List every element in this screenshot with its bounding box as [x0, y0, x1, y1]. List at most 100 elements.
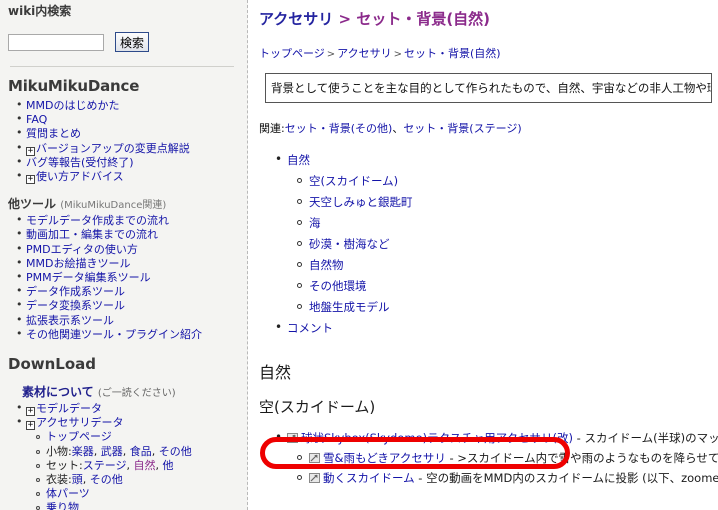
sidebar-item[interactable]: +使い方アドバイス	[16, 169, 240, 185]
search-button[interactable]: 検索	[115, 32, 150, 52]
sidebar-sublink[interactable]: 頭	[72, 473, 83, 486]
sidebar-sublink[interactable]: ステージ	[83, 459, 127, 472]
sidebar-sublink-current[interactable]: 自然	[134, 459, 156, 472]
sidebar-item[interactable]: PMDエディタの使い方	[16, 242, 240, 257]
sidebar-link[interactable]: アクセサリデータ	[36, 416, 123, 429]
toc-item-root[interactable]: 自然 空(スカイドーム) 天空しみゅと銀匙町 海 砂漠・樹海など 自然物 その他…	[275, 149, 718, 318]
sidebar-link[interactable]: 動画加工・編集までの流れ	[26, 228, 158, 241]
toc-item-comment[interactable]: コメント	[275, 317, 718, 339]
sidebar-item[interactable]: PMMデータ編集系ツール	[16, 270, 240, 285]
item-link[interactable]: 動くスカイドーム	[323, 471, 415, 485]
toc-subitem[interactable]: 地盤生成モデル	[297, 297, 718, 318]
list-item[interactable]: 球状Skybox(Skydome)テクスチャ用アクセサリ(改) - スカイドーム…	[275, 427, 718, 488]
sidebar-item[interactable]: データ作成系ツール	[16, 284, 240, 299]
external-link-icon	[287, 429, 298, 443]
sidebar-sublink[interactable]: 乗り物	[46, 501, 79, 510]
material-link[interactable]: 素材について	[22, 385, 94, 399]
expand-icon[interactable]: +	[26, 407, 35, 417]
breadcrumb-link-current[interactable]: セット・背景(自然)	[404, 47, 501, 60]
sidebar-subitem[interactable]: 衣装:頭, その他	[36, 473, 240, 487]
toc-subitem[interactable]: 砂漠・樹海など	[297, 234, 718, 255]
sidebar-item[interactable]: +モデルデータ	[16, 401, 240, 417]
related-label: 関連:	[259, 122, 285, 135]
list-item[interactable]: 動くスカイドーム - 空の動画をMMD内のスカイドームに投影 (以下、zoome…	[297, 468, 718, 488]
sidebar-link[interactable]: データ変換系ツール	[26, 299, 125, 312]
sidebar-sublink[interactable]: トップページ	[46, 430, 112, 443]
toc-sublink[interactable]: 空(スカイドーム)	[309, 174, 398, 188]
sidebar-item[interactable]: その他関連ツール・プラグイン紹介	[16, 327, 240, 342]
sidebar-item[interactable]: +バージョンアップの変更点解説	[16, 141, 240, 156]
expand-icon[interactable]: +	[26, 146, 35, 156]
sidebar-link[interactable]: MMDのはじめかた	[26, 99, 119, 112]
sidebar-sublink[interactable]: その他	[90, 473, 123, 486]
toc-sublink[interactable]: 地盤生成モデル	[309, 300, 390, 314]
sidebar-item[interactable]: +MMDのはじめかた	[16, 98, 240, 113]
sidebar-item[interactable]: 質問まとめ	[16, 126, 240, 141]
sidebar-sublink[interactable]: その他	[159, 445, 192, 458]
sidebar-subitem[interactable]: 体パーツ	[36, 487, 240, 501]
toc-subitem[interactable]: 海	[297, 213, 718, 234]
sidebar-sublink[interactable]: 武器	[101, 445, 123, 458]
sidebar-item[interactable]: 動画加工・編集までの流れ	[16, 227, 240, 242]
sidebar-link[interactable]: その他関連ツール・プラグイン紹介	[26, 328, 202, 341]
expand-icon[interactable]: +	[26, 421, 35, 431]
related-link-stage[interactable]: セット・背景(ステージ)	[403, 122, 521, 135]
sidebar-section-title-download: DownLoad	[8, 355, 97, 374]
section-heading-nature: 自然	[259, 363, 292, 382]
toc-sublink[interactable]: その他環境	[309, 279, 367, 293]
related-separator: 、	[392, 122, 404, 135]
sidebar-item[interactable]: +アクセサリデータ トップページ 小物:楽器, 武器, 食品, その他 セット:…	[16, 415, 240, 510]
sidebar-divider	[10, 66, 234, 67]
page-title: アクセサリ > セット・背景(自然)	[259, 8, 718, 29]
item-link[interactable]: 雪&雨もどきアクセサリ	[323, 451, 446, 465]
sidebar-item[interactable]: 拡張表示系ツール	[16, 313, 240, 328]
sidebar-subitem[interactable]: セット:ステージ, 自然, 他	[36, 459, 240, 473]
toc-subitem[interactable]: 天空しみゅと銀匙町	[297, 192, 718, 213]
sidebar-sublink[interactable]: 他	[163, 459, 174, 472]
sidebar-sublink[interactable]: 食品	[130, 445, 152, 458]
sidebar-sublink[interactable]: 楽器	[72, 445, 94, 458]
toc-subitem[interactable]: 自然物	[297, 255, 718, 276]
sidebar-subitem[interactable]: 乗り物	[36, 501, 240, 510]
search-input[interactable]	[8, 33, 104, 51]
sidebar-section-title-mmd: MikuMikuDance	[8, 77, 140, 95]
sidebar-link[interactable]: モデルデータ作成までの流れ	[26, 214, 169, 227]
sidebar-section-title-tools: 他ツール (MikuMikuDance関連)	[8, 195, 240, 212]
toc-sublink[interactable]: 天空しみゅと銀匙町	[309, 195, 413, 209]
sidebar-link[interactable]: モデルデータ	[36, 402, 102, 415]
expand-icon[interactable]: +	[26, 175, 35, 185]
toc-sublink[interactable]: 砂漠・樹海など	[309, 237, 390, 251]
sidebar-item[interactable]: MMDお絵描きツール	[16, 256, 240, 271]
sidebar-link[interactable]: 拡張表示系ツール	[26, 314, 114, 327]
sidebar-link[interactable]: PMMデータ編集系ツール	[26, 271, 151, 284]
sidebar-link[interactable]: FAQ	[26, 113, 47, 126]
toc-sublink[interactable]: 自然物	[309, 258, 344, 272]
toc-link[interactable]: 自然	[287, 153, 310, 167]
sidebar-item[interactable]: FAQ	[16, 112, 240, 127]
breadcrumb-link-top[interactable]: トップページ	[259, 47, 325, 60]
sep: ,	[93, 444, 101, 458]
sidebar-item[interactable]: データ変換系ツール	[16, 298, 240, 313]
list-item[interactable]: 雪&雨もどきアクセサリ - >スカイドーム内で雪や雨のようなものを降らせてみ	[297, 448, 718, 468]
sidebar-link[interactable]: MMDお絵描きツール	[26, 257, 130, 270]
sidebar-sublink[interactable]: 体パーツ	[46, 487, 90, 500]
sidebar-subitem[interactable]: 小物:楽器, 武器, 食品, その他	[36, 444, 240, 459]
item-description: - スカイドーム(半球)のマッピン	[576, 431, 718, 445]
sidebar-link[interactable]: バージョンアップの変更点解説	[36, 142, 190, 155]
sidebar-link[interactable]: 質問まとめ	[26, 127, 81, 140]
breadcrumb-link-accessory[interactable]: アクセサリ	[337, 47, 391, 60]
item-link[interactable]: 球状Skybox(Skydome)テクスチャ用アクセサリ(改)	[301, 431, 573, 445]
toc-subitem[interactable]: その他環境	[297, 276, 718, 297]
sidebar-link[interactable]: PMDエディタの使い方	[26, 243, 138, 256]
sidebar-item[interactable]: モデルデータ作成までの流れ	[16, 213, 240, 228]
sidebar-item[interactable]: バグ等報告(受付終了)	[16, 155, 240, 170]
toc-subitem[interactable]: 空(スカイドーム)	[297, 171, 718, 192]
related-link-other[interactable]: セット・背景(その他)	[285, 122, 393, 135]
sidebar-subitem[interactable]: トップページ	[36, 430, 240, 444]
toc-sublink[interactable]: 海	[309, 216, 321, 230]
toc-link-comment[interactable]: コメント	[287, 321, 333, 335]
sidebar-link[interactable]: バグ等報告(受付終了)	[26, 156, 134, 169]
sidebar-link[interactable]: 使い方アドバイス	[36, 170, 124, 183]
sidebar: wiki内検索 検索 MikuMikuDance +MMDのはじめかた FAQ …	[0, 0, 248, 510]
sidebar-link[interactable]: データ作成系ツール	[26, 285, 125, 298]
